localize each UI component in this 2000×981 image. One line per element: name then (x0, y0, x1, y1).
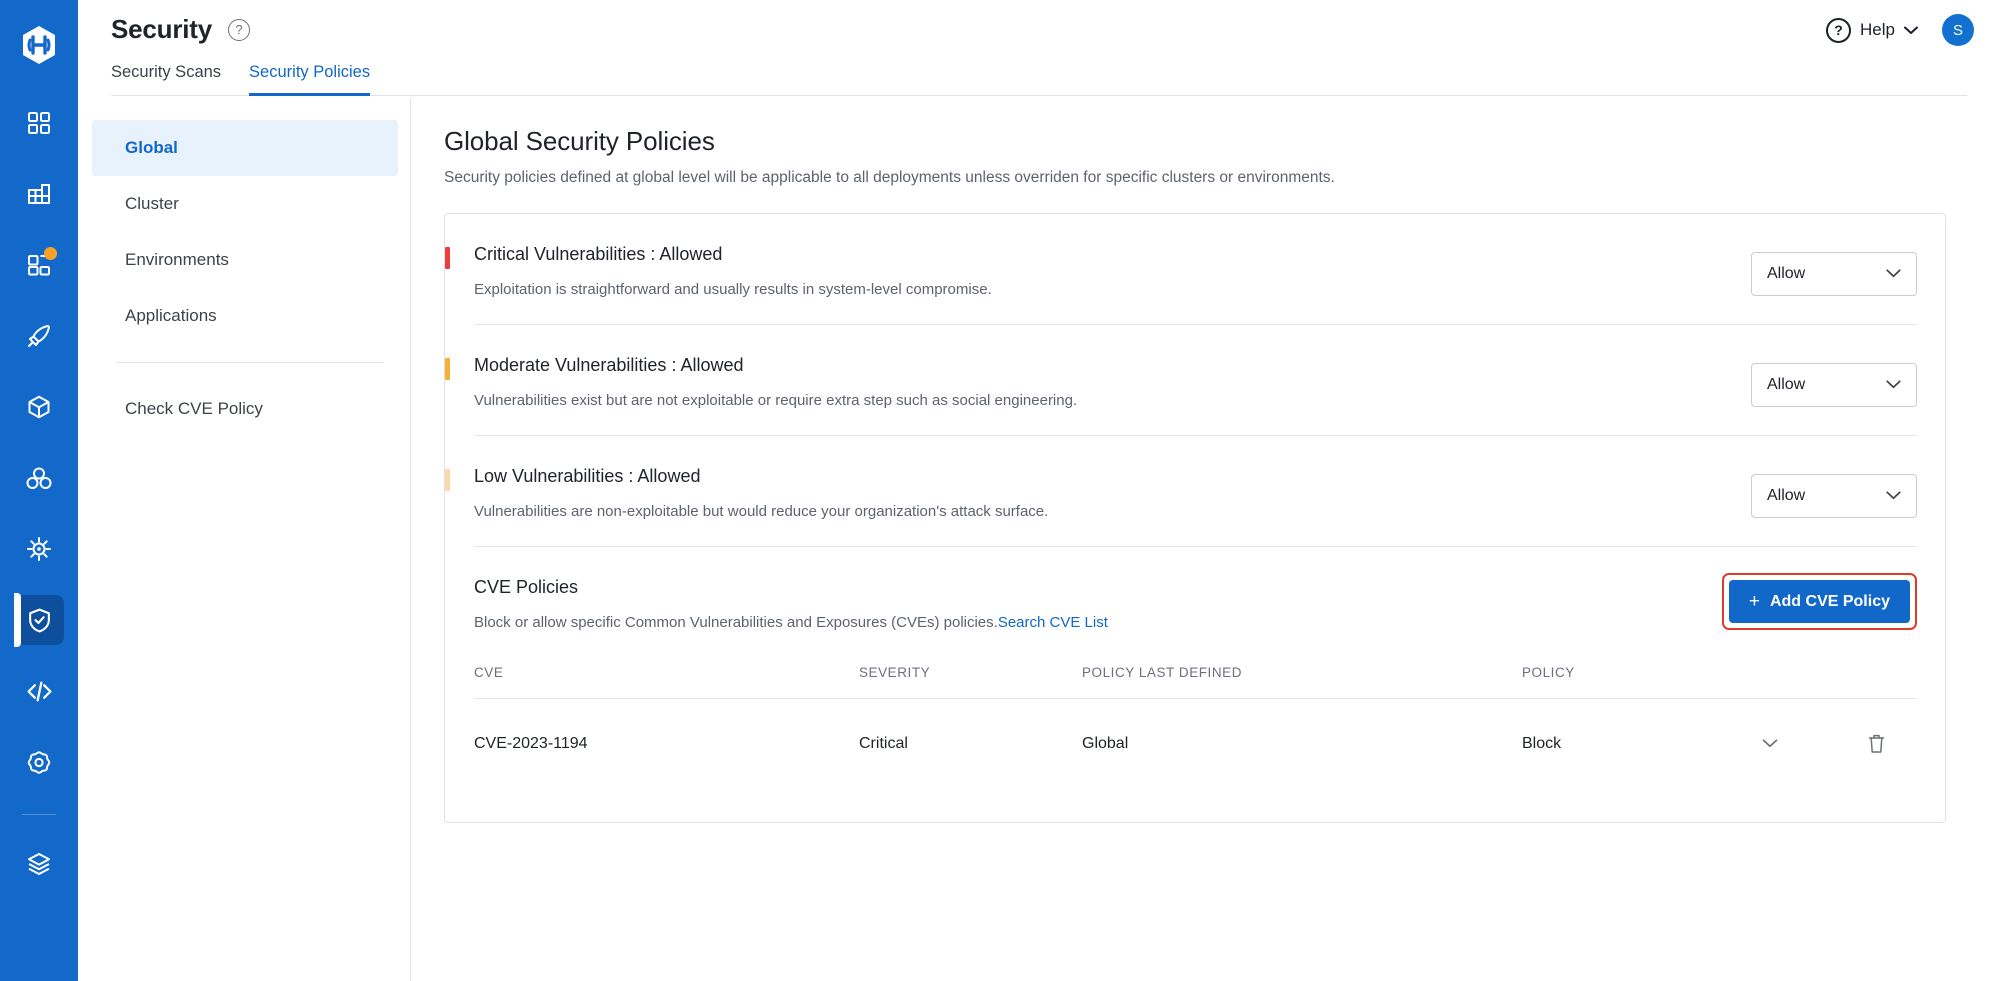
sidebar-item-applications[interactable]: Applications (92, 288, 398, 344)
policy-name: Low Vulnerabilities : Allowed (474, 466, 1751, 487)
severity-indicator-low (445, 469, 450, 491)
column-header-actions (1867, 665, 1917, 699)
cell-policy-last-defined: Global (1082, 699, 1522, 789)
policy-info: Low Vulnerabilities : Allowed Vulnerabil… (445, 466, 1751, 520)
add-cve-policy-button[interactable]: + Add CVE Policy (1729, 580, 1910, 623)
policy-select-value: Allow (1767, 376, 1805, 394)
column-header-severity: SEVERITY (859, 665, 1082, 699)
content-title: Global Security Policies (444, 126, 1946, 157)
delete-row-button[interactable] (1867, 699, 1917, 789)
policy-select-moderate[interactable]: Allow (1751, 363, 1917, 407)
help-label: Help (1860, 20, 1895, 40)
content-area: Global Security Policies Security polici… (411, 98, 2000, 981)
chevron-down-icon (1904, 20, 1918, 40)
app-logo[interactable] (16, 22, 62, 68)
tab-security-policies[interactable]: Security Policies (249, 63, 370, 96)
sub-nav-divider (116, 362, 384, 363)
page-title: Security (111, 14, 212, 45)
add-cve-policy-label: Add CVE Policy (1770, 593, 1890, 611)
column-header-policy-last-defined: POLICY LAST DEFINED (1082, 665, 1522, 699)
sidebar-item-global[interactable]: Global (92, 120, 398, 176)
table-row[interactable]: CVE-2023-1194 Critical Global Block (474, 699, 1917, 789)
code-icon[interactable] (14, 666, 64, 716)
severity-indicator-moderate (445, 358, 450, 380)
chevron-down-icon (1886, 376, 1901, 394)
gear-icon[interactable] (14, 737, 64, 787)
tab-security-scans[interactable]: Security Scans (111, 63, 221, 96)
body-area: Global Cluster Environments Applications… (78, 98, 2000, 981)
package-cube-icon[interactable] (14, 382, 64, 432)
search-cve-list-link[interactable]: Search CVE List (998, 614, 1108, 631)
settings-sun-icon[interactable] (14, 524, 64, 574)
cell-severity: Critical (859, 699, 1082, 789)
table-header-row: CVE SEVERITY POLICY LAST DEFINED POLICY (474, 665, 1917, 699)
content-subtitle: Security policies defined at global leve… (444, 169, 1946, 187)
severity-indicator-critical (445, 247, 450, 269)
rail-divider (22, 814, 56, 815)
cve-policies-description: Block or allow specific Common Vulnerabi… (474, 614, 1722, 631)
help-menu-button[interactable]: ? Help (1826, 18, 1918, 43)
plus-icon: + (1749, 591, 1760, 613)
sidebar-item-cluster[interactable]: Cluster (92, 176, 398, 232)
cve-table-head: CVE SEVERITY POLICY LAST DEFINED POLICY (474, 665, 1917, 699)
policy-info: Moderate Vulnerabilities : Allowed Vulne… (445, 355, 1751, 409)
layers-icon[interactable] (14, 839, 64, 889)
policy-description: Exploitation is straightforward and usua… (474, 281, 1751, 298)
tab-bar: Security Scans Security Policies (111, 63, 1967, 96)
policy-row-moderate: Moderate Vulnerabilities : Allowed Vulne… (445, 325, 1945, 435)
policy-info: Critical Vulnerabilities : Allowed Explo… (445, 244, 1751, 298)
projects-icon[interactable] (14, 240, 64, 290)
policy-name: Critical Vulnerabilities : Allowed (474, 244, 1751, 265)
chevron-down-icon (1886, 265, 1901, 283)
sidebar-item-environments[interactable]: Environments (92, 232, 398, 288)
sidebar-item-check-cve-policy[interactable]: Check CVE Policy (92, 381, 398, 437)
policy-select-value: Allow (1767, 487, 1805, 505)
avatar[interactable]: S (1942, 14, 1974, 46)
cve-policies-text: CVE Policies Block or allow specific Com… (474, 577, 1722, 631)
cve-policies-title: CVE Policies (474, 577, 1722, 598)
help-question-icon: ? (1826, 18, 1851, 43)
row-policy-dropdown-toggle[interactable] (1762, 699, 1867, 789)
security-shield-icon[interactable] (14, 595, 64, 645)
top-bar: Security ? Security Scans Security Polic… (78, 0, 2000, 98)
clusters-icon[interactable] (14, 453, 64, 503)
column-header-cve: CVE (474, 665, 859, 699)
policy-description: Vulnerabilities exist but are not exploi… (474, 392, 1751, 409)
left-nav-rail (0, 0, 78, 981)
policy-select-low[interactable]: Allow (1751, 474, 1917, 518)
cve-table: CVE SEVERITY POLICY LAST DEFINED POLICY … (474, 665, 1917, 788)
app-root: Security ? Security Scans Security Polic… (0, 0, 2000, 981)
cve-desc-text: Block or allow specific Common Vulnerabi… (474, 614, 998, 631)
column-header-policy: POLICY (1522, 665, 1762, 699)
chevron-down-icon (1886, 487, 1901, 505)
trash-icon (1867, 733, 1886, 754)
policy-select-critical[interactable]: Allow (1751, 252, 1917, 296)
top-bar-actions: ? Help S (1826, 14, 1974, 46)
dashboard-icon[interactable] (14, 98, 64, 148)
question-circle-icon[interactable]: ? (228, 19, 250, 41)
page-title-row: Security ? (111, 14, 2000, 45)
policy-row-low: Low Vulnerabilities : Allowed Vulnerabil… (445, 436, 1945, 546)
notification-badge-dot (44, 247, 57, 260)
column-header-expand (1762, 665, 1867, 699)
active-indicator (14, 593, 21, 647)
cve-table-body: CVE-2023-1194 Critical Global Block (474, 699, 1917, 789)
cell-policy: Block (1522, 699, 1762, 789)
policy-select-value: Allow (1767, 265, 1805, 283)
add-cve-policy-highlight: + Add CVE Policy (1722, 573, 1917, 630)
deploy-rocket-icon[interactable] (14, 311, 64, 361)
cell-cve-id: CVE-2023-1194 (474, 699, 859, 789)
sub-nav: Global Cluster Environments Applications… (78, 98, 411, 981)
main-column: Security ? Security Scans Security Polic… (78, 0, 2000, 981)
policy-name: Moderate Vulnerabilities : Allowed (474, 355, 1751, 376)
cve-policies-header: CVE Policies Block or allow specific Com… (445, 547, 1945, 631)
policy-description: Vulnerabilities are non-exploitable but … (474, 503, 1751, 520)
reports-icon[interactable] (14, 169, 64, 219)
policy-row-critical: Critical Vulnerabilities : Allowed Explo… (445, 214, 1945, 324)
policies-card: Critical Vulnerabilities : Allowed Explo… (444, 213, 1946, 823)
